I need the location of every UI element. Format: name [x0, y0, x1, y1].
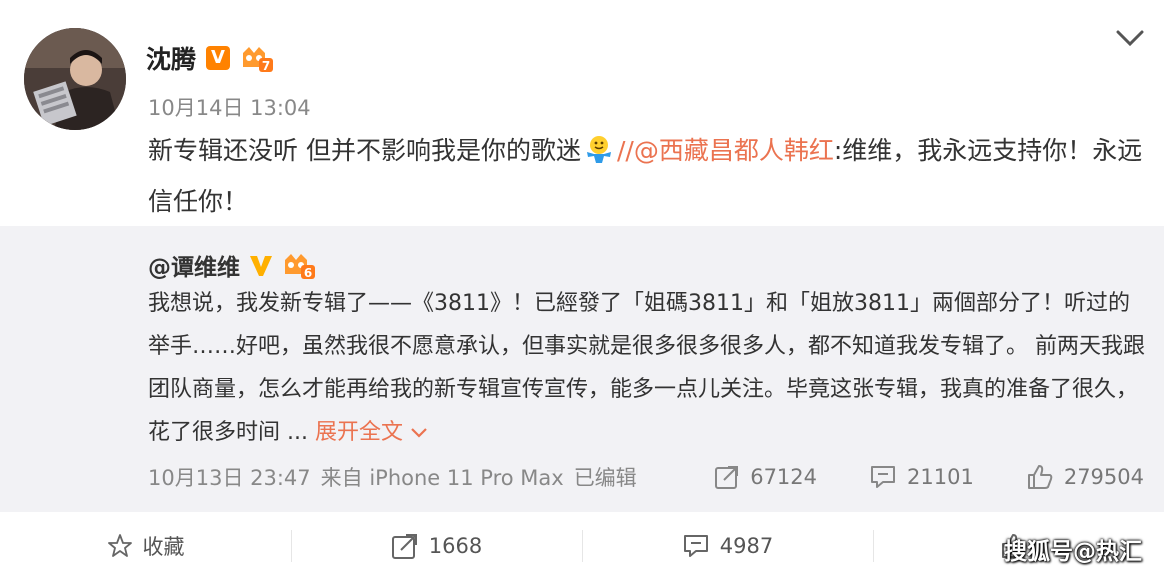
comment-count: 21101 [907, 465, 974, 489]
repost-meta: 10月13日 23:47 来自 iPhone 11 Pro Max 已编辑 67… [148, 462, 1144, 492]
like-stat[interactable]: 279504 [1026, 464, 1144, 490]
favorite-label: 收藏 [142, 535, 185, 559]
comment-stat[interactable]: 21101 [869, 464, 974, 490]
repost-icon [391, 534, 417, 559]
repost-card[interactable]: @谭维维 6 我想说，我发新专辑了——《3811》！已經發了「姐碼3811」和「… [0, 226, 1164, 512]
repost-author-row: @谭维维 6 [148, 248, 316, 282]
repost-author-name[interactable]: @谭维维 [148, 248, 240, 282]
separator: // [616, 136, 634, 165]
verified-icon: V [206, 46, 231, 70]
repost-source: 来自 iPhone 11 Pro Max [320, 466, 564, 490]
like-count: 279504 [1063, 465, 1144, 489]
vip-level: 7 [262, 59, 270, 73]
expand-link[interactable]: 展开全文 [315, 420, 428, 445]
repost-vip-level: 6 [304, 266, 312, 280]
watermark: 搜狐号@热汇 [1004, 539, 1142, 565]
footer-comment-count: 4987 [719, 534, 774, 558]
emoji-icon [584, 133, 614, 179]
verified-icon [250, 256, 272, 276]
action-bar: 收藏 1668 4987 [0, 512, 1164, 580]
comment-icon [871, 466, 896, 488]
repost-stat[interactable]: 67124 [714, 464, 817, 490]
comment-icon [683, 535, 708, 557]
repost-body: 我想说，我发新专辑了——《3811》！已經發了「姐碼3811」和「姐放3811」… [148, 291, 1145, 445]
author-name[interactable]: 沈腾 [146, 40, 196, 76]
repost-text: 我想说，我发新专辑了——《3811》！已經發了「姐碼3811」和「姐放3811」… [148, 282, 1148, 454]
chevron-down-icon[interactable] [1114, 26, 1146, 50]
footer-repost-count: 1668 [428, 534, 483, 558]
avatar-image [24, 28, 126, 130]
author-row: 沈腾 V 7 [146, 40, 274, 76]
chevron-down-icon [411, 428, 427, 438]
comment-button[interactable]: 4987 [582, 512, 873, 580]
avatar[interactable] [24, 28, 126, 130]
post-timestamp[interactable]: 10月14日 13:04 [148, 92, 311, 122]
favorite-button[interactable]: 收藏 [0, 512, 291, 580]
repost-timestamp[interactable]: 10月13日 23:47 [148, 462, 311, 492]
repost-button[interactable]: 1668 [291, 512, 582, 580]
post-text-prefix: 新专辑还没听 但并不影响我是你的歌迷 [148, 136, 581, 165]
star-icon [107, 534, 132, 557]
vip-crown-icon: 6 [282, 250, 316, 280]
expand-label: 展开全文 [314, 420, 403, 445]
repost-count: 67124 [750, 465, 818, 489]
vip-crown-icon: 7 [240, 43, 274, 73]
mention-link[interactable]: @西藏昌都人韩红 [634, 136, 834, 165]
edited-label[interactable]: 已编辑 [574, 462, 637, 492]
post-text: 新专辑还没听 但并不影响我是你的歌迷//@西藏昌都人韩红:维维，我永远支持你！永… [148, 128, 1148, 225]
repost-icon [715, 466, 739, 489]
like-icon [1027, 465, 1053, 489]
